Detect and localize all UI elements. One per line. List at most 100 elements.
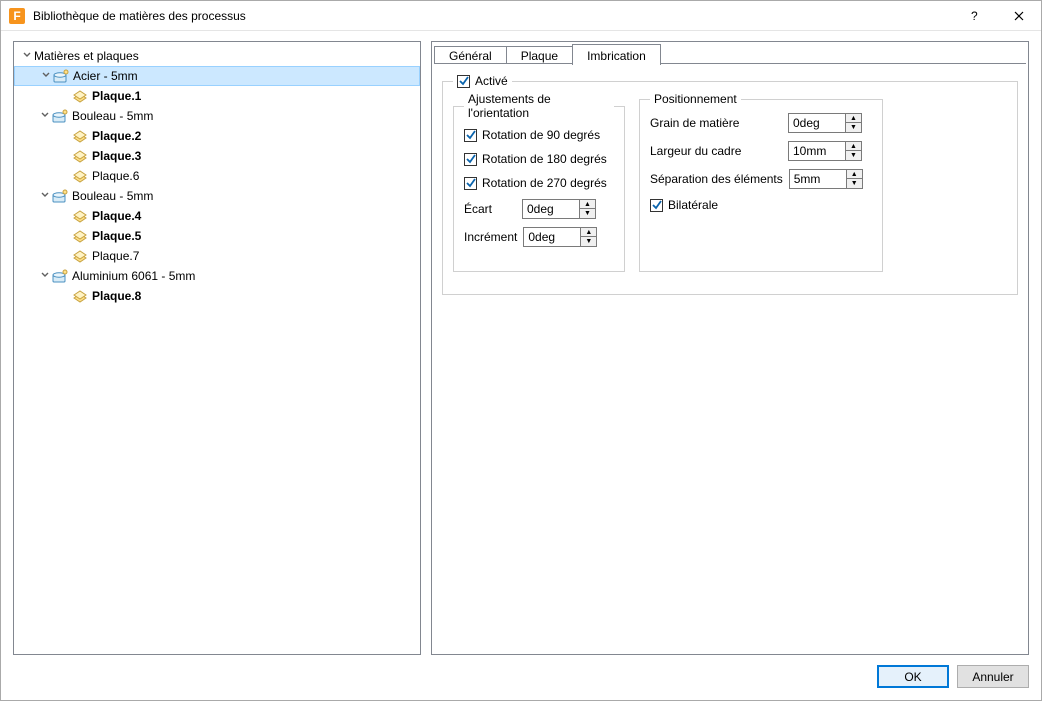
spin-up-icon[interactable]: ▲ — [846, 142, 861, 151]
ecart-input[interactable] — [523, 200, 579, 218]
chevron-down-icon[interactable] — [38, 270, 52, 283]
spin-down-icon[interactable]: ▼ — [580, 209, 595, 218]
chevron-down-icon[interactable] — [20, 50, 34, 63]
spinner-buttons[interactable]: ▲▼ — [845, 114, 861, 132]
checkbox-icon — [464, 153, 477, 166]
tree-plate-label: Plaque.4 — [92, 209, 141, 223]
rot90-checkbox[interactable]: Rotation de 90 degrés — [464, 126, 614, 144]
tree-plate-row[interactable]: Plaque.4 — [14, 206, 420, 226]
cancel-button[interactable]: Annuler — [957, 665, 1029, 688]
increment-input[interactable] — [524, 228, 580, 246]
tree-plate-row[interactable]: Plaque.3 — [14, 146, 420, 166]
enabled-group: Activé Ajustements de l'orientation — [442, 72, 1018, 295]
spinner-buttons[interactable]: ▲▼ — [579, 200, 595, 218]
frame-input[interactable] — [789, 142, 845, 160]
plate-icon — [72, 88, 88, 104]
spin-down-icon[interactable]: ▼ — [846, 151, 861, 160]
grain-label: Grain de matière — [650, 116, 782, 130]
tree-plate-label: Plaque.7 — [92, 249, 139, 263]
tree-plate-row[interactable]: Plaque.1 — [14, 86, 420, 106]
dialog-window: F Bibliothèque de matières des processus… — [0, 0, 1042, 701]
material-icon — [52, 268, 68, 284]
tab-content-imbrication: Activé Ajustements de l'orientation — [432, 64, 1028, 654]
plate-icon — [72, 148, 88, 164]
plate-icon — [72, 228, 88, 244]
spinner-buttons[interactable]: ▲▼ — [846, 170, 862, 188]
close-button[interactable] — [996, 1, 1041, 30]
grain-input[interactable] — [789, 114, 845, 132]
tree-material-label: Bouleau - 5mm — [72, 189, 153, 203]
tree-material-row[interactable]: Bouleau - 5mm — [14, 106, 420, 126]
tree-root-row[interactable]: Matières et plaques — [14, 46, 420, 66]
tree-plate-label: Plaque.3 — [92, 149, 141, 163]
spin-up-icon[interactable]: ▲ — [580, 200, 595, 209]
checkbox-icon — [464, 177, 477, 190]
sep-input[interactable] — [790, 170, 846, 188]
ecart-spinner[interactable]: ▲▼ — [522, 199, 596, 219]
bilateral-checkbox[interactable]: Bilatérale — [650, 196, 872, 214]
tree-plate-row[interactable]: Plaque.8 — [14, 286, 420, 306]
rot270-checkbox[interactable]: Rotation de 270 degrés — [464, 174, 614, 192]
spinner-buttons[interactable]: ▲▼ — [580, 228, 596, 246]
tab-imbrication[interactable]: Imbrication — [572, 44, 661, 65]
chevron-down-icon[interactable] — [38, 110, 52, 123]
positioning-legend: Positionnement — [650, 92, 741, 106]
close-icon — [1014, 11, 1024, 21]
plate-icon — [72, 168, 88, 184]
tree-material-row[interactable]: Bouleau - 5mm — [14, 186, 420, 206]
enabled-checkbox[interactable]: Activé — [457, 72, 508, 90]
checkbox-icon — [464, 129, 477, 142]
checkbox-icon — [650, 199, 663, 212]
orientation-group: Ajustements de l'orientation Rotation de… — [453, 92, 625, 272]
tree-material-row[interactable]: Acier - 5mm — [14, 66, 420, 86]
tree-material-label: Acier - 5mm — [73, 69, 138, 83]
ecart-label: Écart — [464, 202, 516, 216]
dialog-button-row: OK Annuler — [13, 655, 1029, 688]
materials-tree[interactable]: Matières et plaques Acier - 5mm Plaque.1 Bo… — [14, 46, 420, 306]
tab-strip: Général Plaque Imbrication — [432, 42, 1028, 64]
plate-icon — [72, 128, 88, 144]
tree-plate-row[interactable]: Plaque.5 — [14, 226, 420, 246]
tree-plate-row[interactable]: Plaque.2 — [14, 126, 420, 146]
rot180-checkbox[interactable]: Rotation de 180 degrés — [464, 150, 614, 168]
tree-material-label: Bouleau - 5mm — [72, 109, 153, 123]
dialog-body: Matières et plaques Acier - 5mm Plaque.1 Bo… — [1, 31, 1041, 700]
sep-spinner[interactable]: ▲▼ — [789, 169, 863, 189]
tree-plate-row[interactable]: Plaque.6 — [14, 166, 420, 186]
grain-spinner[interactable]: ▲▼ — [788, 113, 862, 133]
tree-plate-row[interactable]: Plaque.7 — [14, 246, 420, 266]
enabled-label: Activé — [475, 74, 508, 88]
tab-general[interactable]: Général — [434, 46, 507, 63]
chevron-down-icon[interactable] — [38, 190, 52, 203]
spinner-buttons[interactable]: ▲▼ — [845, 142, 861, 160]
spin-down-icon[interactable]: ▼ — [581, 237, 596, 246]
tree-plate-label: Plaque.5 — [92, 229, 141, 243]
spin-down-icon[interactable]: ▼ — [847, 179, 862, 188]
rot90-label: Rotation de 90 degrés — [482, 128, 600, 142]
rot270-label: Rotation de 270 degrés — [482, 176, 607, 190]
spin-up-icon[interactable]: ▲ — [846, 114, 861, 123]
sep-label: Séparation des éléments — [650, 172, 783, 186]
ok-button[interactable]: OK — [877, 665, 949, 688]
svg-text:?: ? — [971, 11, 978, 21]
tree-material-label: Aluminium 6061 - 5mm — [72, 269, 195, 283]
help-button[interactable]: ? — [951, 1, 996, 30]
frame-label: Largeur du cadre — [650, 144, 782, 158]
chevron-down-icon[interactable] — [39, 70, 53, 83]
plate-icon — [72, 208, 88, 224]
spin-up-icon[interactable]: ▲ — [581, 228, 596, 237]
frame-spinner[interactable]: ▲▼ — [788, 141, 862, 161]
tree-panel: Matières et plaques Acier - 5mm Plaque.1 Bo… — [13, 41, 421, 655]
increment-label: Incrément — [464, 230, 517, 244]
increment-spinner[interactable]: ▲▼ — [523, 227, 597, 247]
app-icon: F — [9, 8, 25, 24]
material-icon — [52, 188, 68, 204]
plate-icon — [72, 288, 88, 304]
spin-up-icon[interactable]: ▲ — [847, 170, 862, 179]
spin-down-icon[interactable]: ▼ — [846, 123, 861, 132]
tab-plaque[interactable]: Plaque — [506, 46, 573, 63]
help-icon: ? — [969, 11, 979, 21]
material-icon — [53, 68, 69, 84]
tree-material-row[interactable]: Aluminium 6061 - 5mm — [14, 266, 420, 286]
tree-plate-label: Plaque.2 — [92, 129, 141, 143]
